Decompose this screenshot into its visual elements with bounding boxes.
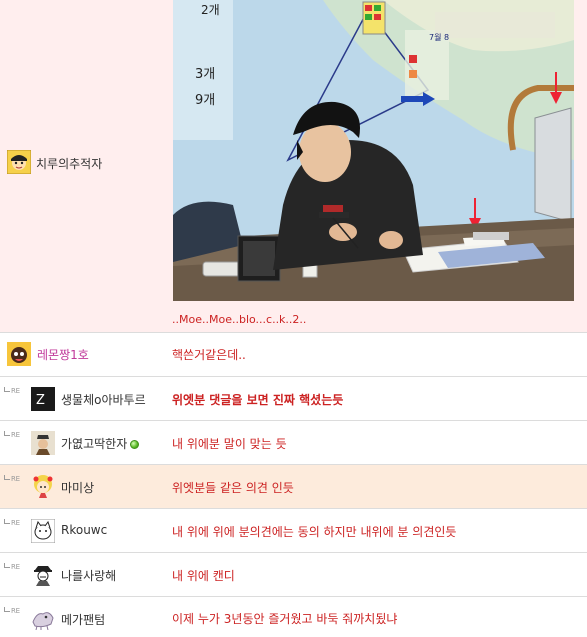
svg-text:Z: Z xyxy=(36,393,45,408)
post-row: 치루의추적자 2개 3개 9개 7월 8 ..Moe..Moe..blo...c… xyxy=(0,0,587,333)
comment-nickname[interactable]: 생물체o아바투르 xyxy=(61,391,146,408)
comment-row: RE 나를사랑해 내 위에 캔디 xyxy=(0,553,587,597)
comment-text: 핵쓴거같은데.. xyxy=(172,348,246,362)
comment-nickname[interactable]: 메가팬텀 xyxy=(61,611,105,628)
comment-text: 내 위에 위에 분의견에는 동의 하지만 내위에 분 의견인듯 xyxy=(172,525,457,539)
avatar[interactable] xyxy=(31,606,55,631)
avatar[interactable] xyxy=(6,149,32,175)
avatar[interactable] xyxy=(7,342,31,366)
reply-arrow-icon xyxy=(4,519,10,524)
comment-author: RE 가엾고딱한자 xyxy=(0,421,168,464)
comment-row: RE Z 생물체o아바투르 위엣분 댓글을 보면 진짜 핵셨는듯 xyxy=(0,377,587,421)
comment-nickname[interactable]: 레몬짱1호 xyxy=(37,346,89,363)
comment-row: RE 메가팬텀 이제 누가 3년동안 즐거웠고 바둑 줘까치됬냐 xyxy=(0,597,587,637)
map-label: 9개 xyxy=(195,93,215,108)
comment-nickname[interactable]: 나를사랑해 xyxy=(61,567,116,584)
post-author: 치루의추적자 xyxy=(0,0,168,332)
avatar[interactable] xyxy=(31,431,55,455)
comment-row: RE Rkouwc 내 위에 위에 분의견에는 동의 하지만 내위에 분 의견인… xyxy=(0,509,587,553)
comment-row: RE 가엾고딱한자 내 위에분 말이 맞는 듯 xyxy=(0,421,587,465)
comment-author: RE 마미상 xyxy=(0,465,168,508)
comment-row: RE 마미상 위엣분들 같은 의견 인듯 xyxy=(0,465,587,509)
comment-nickname[interactable]: 가엾고딱한자 xyxy=(61,435,140,452)
map-label: 2개 xyxy=(201,3,220,17)
reply-indicator: RE xyxy=(4,387,20,395)
comment-author: RE Z 생물체o아바투르 xyxy=(0,377,168,420)
online-status-icon xyxy=(130,440,140,449)
comment-text: 위엣분 댓글을 보면 진짜 핵셨는듯 xyxy=(172,393,344,407)
comment-text: 내 위에 캔디 xyxy=(172,569,235,583)
comment-author: RE 메가팬텀 xyxy=(0,597,168,637)
avatar[interactable] xyxy=(31,562,55,586)
reply-indicator: RE xyxy=(4,431,20,439)
comment-text: 내 위에분 말이 맞는 듯 xyxy=(172,437,287,451)
comment-author: RE 나를사랑해 xyxy=(0,553,168,596)
avatar[interactable]: Z xyxy=(31,387,55,411)
reply-arrow-icon xyxy=(4,607,10,612)
comment-author: RE Rkouwc xyxy=(0,509,168,552)
reply-arrow-icon xyxy=(4,563,10,568)
reply-arrow-icon xyxy=(4,431,10,436)
image-caption: ..Moe..Moe..blo...c..k..2.. xyxy=(172,313,307,326)
comment-author: 레몬짱1호 xyxy=(0,333,168,376)
author-nickname[interactable]: 치루의추적자 xyxy=(36,155,102,172)
reply-indicator: RE xyxy=(4,563,20,571)
comment-row: 레몬짱1호 핵쓴거같은데.. xyxy=(0,333,587,377)
reply-indicator: RE xyxy=(4,519,20,527)
reply-arrow-icon xyxy=(4,475,10,480)
reply-indicator: RE xyxy=(4,607,20,615)
reply-indicator: RE xyxy=(4,475,20,483)
comment-text: 위엣분들 같은 의견 인듯 xyxy=(172,481,294,495)
comment-nickname[interactable]: Rkouwc xyxy=(61,523,107,537)
map-label: 3개 xyxy=(195,67,215,82)
comment-nickname[interactable]: 마미상 xyxy=(61,479,94,496)
avatar[interactable] xyxy=(31,474,55,498)
post-image[interactable]: 2개 3개 9개 7월 8 xyxy=(173,0,574,301)
avatar[interactable] xyxy=(30,518,56,544)
comment-text: 이제 누가 3년동안 즐거웠고 바둑 줘까치됬냐 xyxy=(172,612,398,626)
map-label: 7월 8 xyxy=(429,32,449,42)
reply-arrow-icon xyxy=(4,387,10,392)
